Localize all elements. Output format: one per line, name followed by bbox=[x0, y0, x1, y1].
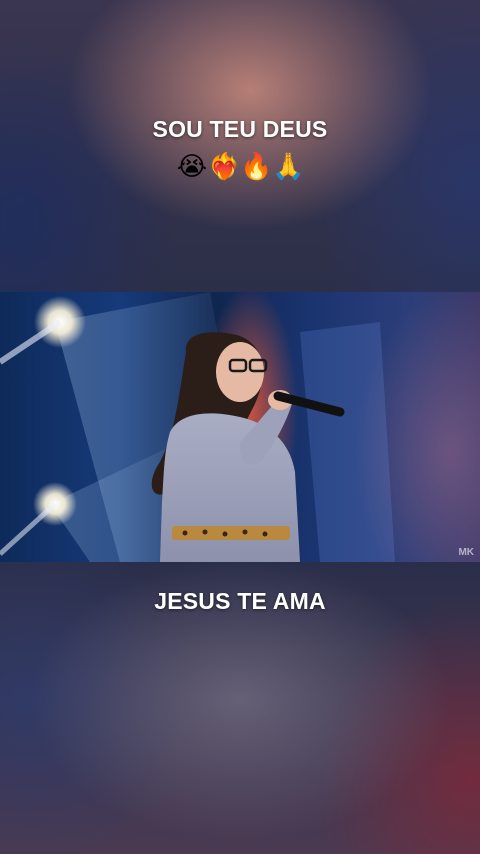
caption-top: SOU TEU DEUS bbox=[152, 116, 328, 142]
leopard-belt bbox=[172, 526, 290, 540]
video-frame[interactable]: MK bbox=[0, 292, 480, 562]
video-scene bbox=[0, 292, 395, 562]
story-screen: SOU TEU DEUS 😭❤️‍🔥🔥🙏 bbox=[0, 0, 480, 854]
caption-bottom: JESUS TE AMA bbox=[154, 588, 326, 614]
watermark-logo: MK bbox=[458, 547, 474, 558]
emoji-row: 😭❤️‍🔥🔥🙏 bbox=[0, 149, 480, 184]
heart-on-fire-icon: ❤️‍🔥 bbox=[208, 152, 241, 182]
folded-hands-icon: 🙏 bbox=[272, 152, 305, 182]
fire-icon: 🔥 bbox=[240, 152, 273, 182]
light-beam bbox=[300, 322, 395, 562]
crying-face-icon: 😭 bbox=[176, 152, 208, 182]
